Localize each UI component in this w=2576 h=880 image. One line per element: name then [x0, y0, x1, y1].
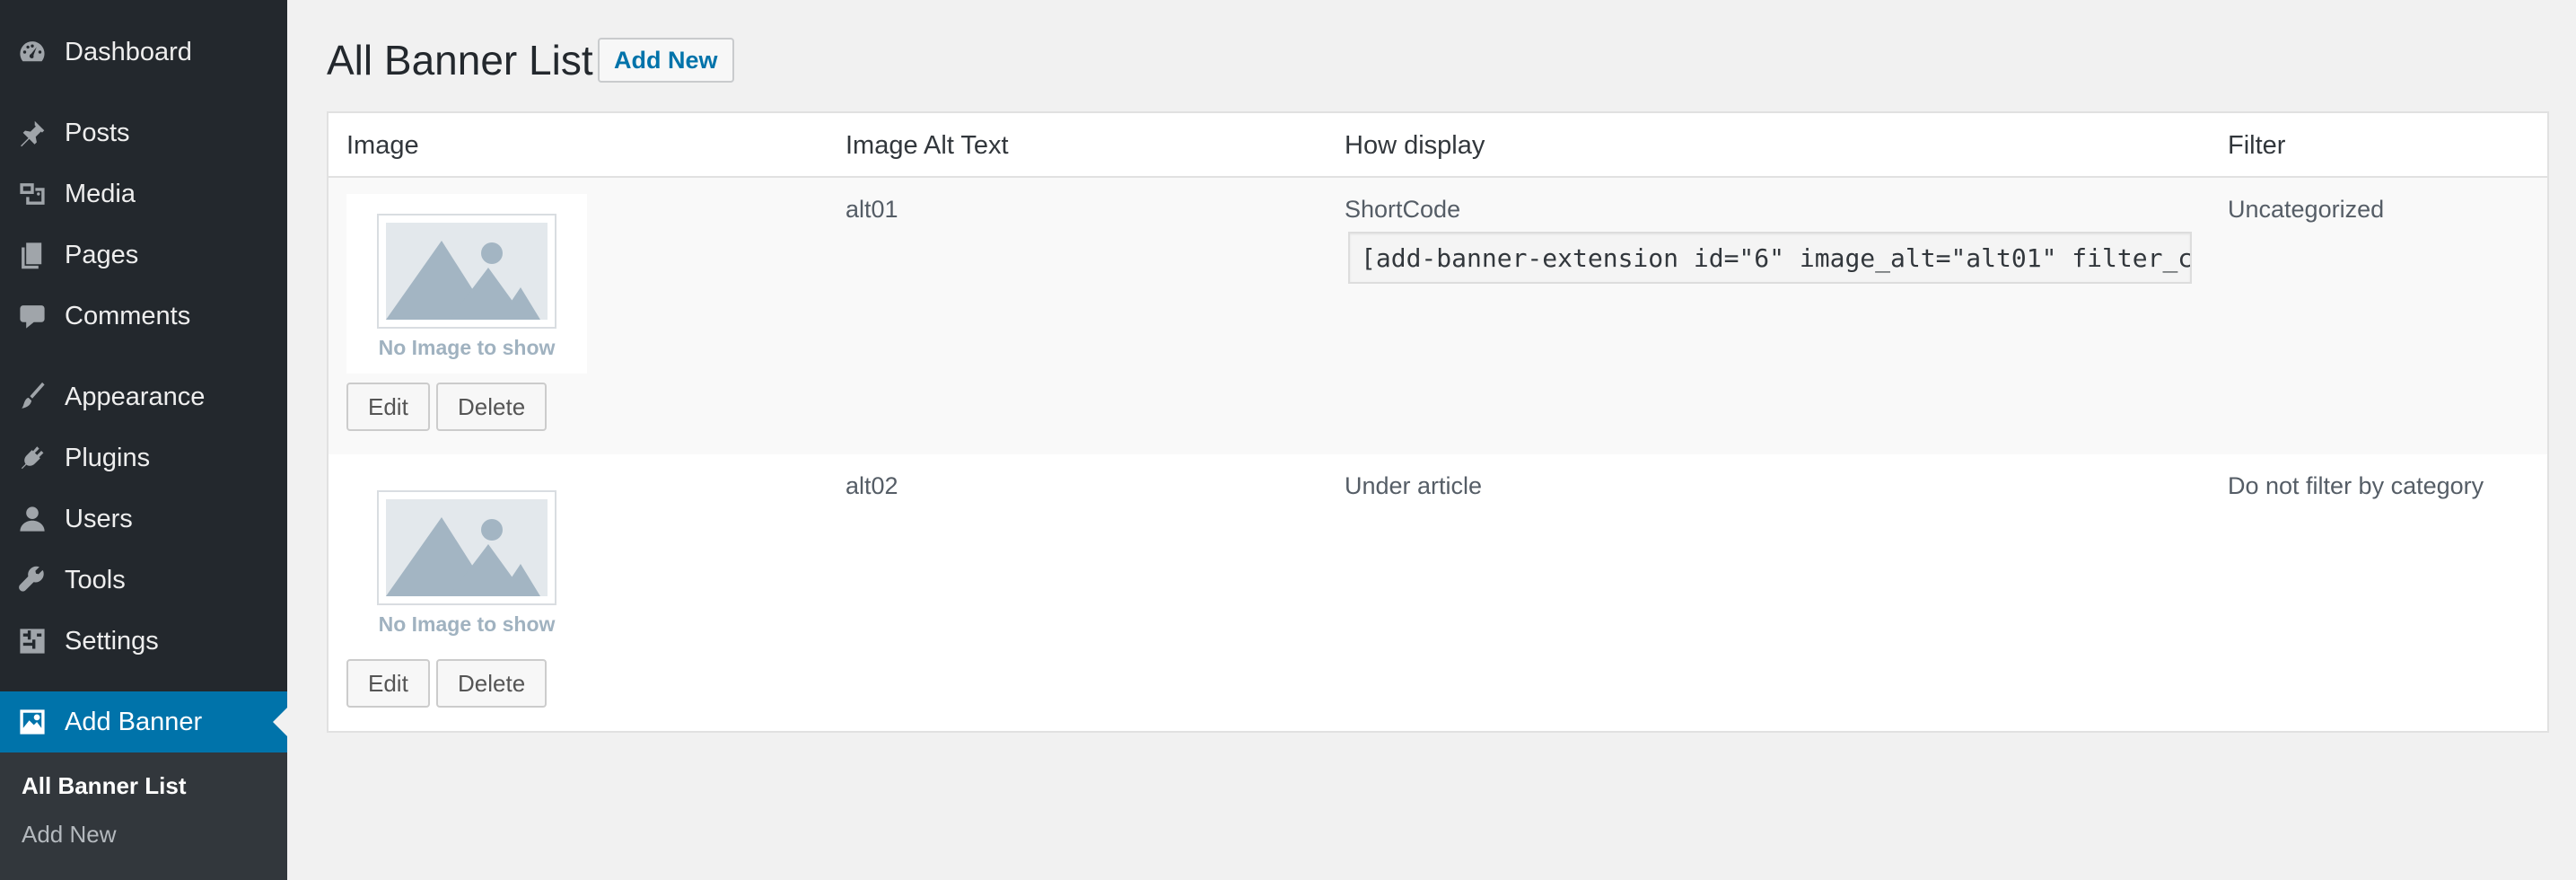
sidebar-item-add-banner[interactable]: Add Banner — [0, 691, 287, 752]
submenu-item-add-new[interactable]: Add New — [22, 821, 117, 849]
delete-button[interactable]: Delete — [436, 383, 548, 431]
sidebar-item-plugins[interactable]: Plugins — [0, 427, 287, 488]
submenu: All Banner List Add New — [0, 752, 287, 880]
page-title: All Banner List — [327, 37, 593, 84]
submenu-item-all-banner-list[interactable]: All Banner List — [22, 772, 186, 800]
placeholder-image-icon — [386, 499, 548, 596]
sidebar-item-settings[interactable]: Settings — [0, 611, 287, 672]
placeholder-image-icon — [386, 223, 548, 320]
sidebar-item-dashboard[interactable]: Dashboard — [0, 22, 287, 83]
table-row: No Image to show Edit Delete alt01 Short… — [329, 178, 2547, 454]
sidebar-item-label: Users — [65, 504, 133, 533]
plugin-icon — [0, 427, 65, 488]
no-image-caption: No Image to show — [378, 612, 556, 636]
sidebar-item-label: Tools — [65, 565, 126, 594]
settings-sliders-icon — [0, 611, 65, 672]
column-header-filter: Filter — [2228, 131, 2286, 160]
delete-button[interactable]: Delete — [436, 659, 548, 708]
sidebar-item-label: Settings — [65, 626, 159, 656]
sidebar-item-media[interactable]: Media — [0, 163, 287, 224]
sidebar-item-label: Pages — [65, 240, 139, 269]
shortcode-field[interactable]: [add-banner-extension id="6" image_alt="… — [1348, 232, 2192, 284]
alt-text-value: alt02 — [846, 472, 898, 499]
image-thumbnail: No Image to show — [346, 471, 587, 650]
filter-value: Do not filter by category — [2228, 472, 2484, 499]
edit-button[interactable]: Edit — [346, 383, 430, 431]
sidebar-item-label: Add Banner — [65, 707, 203, 736]
sidebar-item-pages[interactable]: Pages — [0, 224, 287, 286]
table-header: Image Image Alt Text How display Filter — [329, 113, 2547, 178]
media-icon — [0, 163, 65, 224]
sidebar-item-label: Dashboard — [65, 37, 192, 66]
no-image-caption: No Image to show — [378, 336, 556, 359]
admin-sidebar: Dashboard Posts Media Pages Comments App… — [0, 0, 287, 880]
sidebar-item-users[interactable]: Users — [0, 488, 287, 550]
add-new-button[interactable]: Add New — [598, 38, 734, 83]
pages-icon — [0, 224, 65, 286]
comment-icon — [0, 286, 65, 347]
sidebar-item-tools[interactable]: Tools — [0, 550, 287, 611]
paintbrush-icon — [0, 366, 65, 427]
column-header-alt-text: Image Alt Text — [846, 131, 1009, 160]
filter-value: Uncategorized — [2228, 196, 2385, 223]
how-display-value: ShortCode — [1345, 196, 1461, 223]
sidebar-item-posts[interactable]: Posts — [0, 102, 287, 163]
edit-button[interactable]: Edit — [346, 659, 430, 708]
table-row: No Image to show Edit Delete alt02 Under… — [329, 454, 2547, 731]
main-content: All Banner List Add New Image Image Alt … — [287, 0, 2576, 880]
sidebar-item-label: Posts — [65, 118, 130, 147]
pushpin-icon — [0, 102, 65, 163]
dashboard-icon — [0, 22, 65, 83]
sidebar-item-comments[interactable]: Comments — [0, 286, 287, 347]
column-header-image: Image — [346, 131, 419, 160]
how-display-value: Under article — [1345, 472, 1483, 499]
image-thumbnail: No Image to show — [346, 194, 587, 374]
sidebar-item-label: Comments — [65, 301, 191, 330]
alt-text-value: alt01 — [846, 196, 898, 223]
banner-table: Image Image Alt Text How display Filter — [327, 111, 2549, 733]
sidebar-item-appearance[interactable]: Appearance — [0, 366, 287, 427]
column-header-how-display: How display — [1345, 131, 1485, 160]
user-icon — [0, 488, 65, 550]
sidebar-item-label: Plugins — [65, 443, 151, 472]
sidebar-item-label: Media — [65, 179, 136, 208]
banner-image-icon — [0, 691, 65, 752]
sidebar-item-label: Appearance — [65, 382, 206, 411]
wrench-icon — [0, 550, 65, 611]
